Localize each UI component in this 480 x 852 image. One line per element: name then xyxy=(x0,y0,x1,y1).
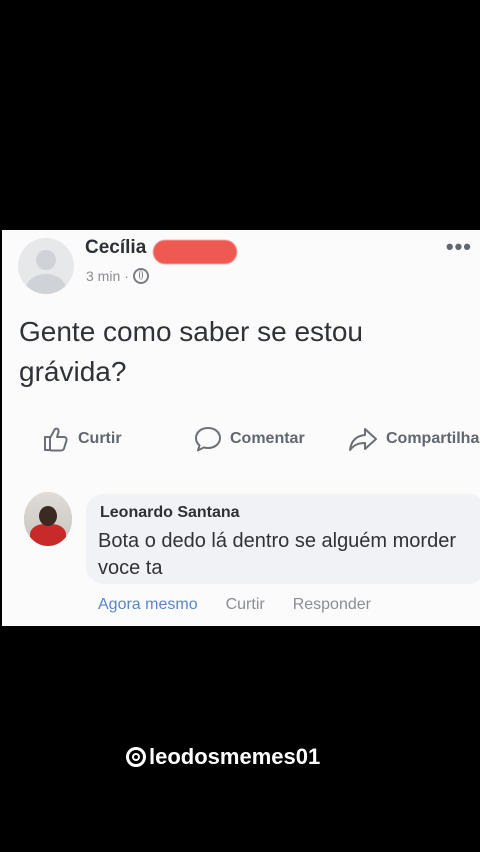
comment-author-name[interactable]: Leonardo Santana xyxy=(100,504,240,522)
more-options-icon[interactable]: ••• xyxy=(446,234,472,260)
name-redaction xyxy=(153,240,237,264)
globe-icon xyxy=(132,268,149,284)
comment-actions: Agora mesmo Curtir Responder xyxy=(98,596,371,614)
facebook-post-card: Cecília 3 min · ••• Gente como saber se … xyxy=(2,230,480,626)
share-arrow-icon xyxy=(349,428,377,451)
commenter-avatar[interactable] xyxy=(24,492,72,546)
comment-time[interactable]: Agora mesmo xyxy=(98,596,198,614)
watermark-handle: leodosmemes01 xyxy=(149,744,321,769)
author-avatar[interactable] xyxy=(18,238,74,294)
post-text: Gente como saber se estou grávida? xyxy=(19,316,363,387)
comment-text: Bota o dedo lá dentro se alguém morder v… xyxy=(98,530,456,579)
comment-label: Comentar xyxy=(230,430,305,447)
watermark: leodosmemes01 xyxy=(126,744,320,770)
comment-reply-button[interactable]: Responder xyxy=(293,596,371,614)
thumbs-up-icon xyxy=(44,427,68,452)
post-author-name[interactable]: Cecília xyxy=(85,237,146,259)
post-actions: Curtir Comentar Compartilhar xyxy=(2,426,480,456)
comment-bubble: Leonardo Santana Bota o dedo lá dentro s… xyxy=(86,494,480,584)
post-time[interactable]: 3 min xyxy=(86,268,120,284)
share-button[interactable]: Compartilhar xyxy=(348,426,480,452)
threads-icon xyxy=(126,747,146,767)
comment-button[interactable]: Comentar xyxy=(194,426,305,452)
share-label: Compartilhar xyxy=(386,430,480,447)
post-meta: 3 min · xyxy=(86,268,149,284)
comment-icon xyxy=(195,427,221,452)
comment-like-button[interactable]: Curtir xyxy=(226,596,265,614)
meta-separator: · xyxy=(124,268,129,284)
like-label: Curtir xyxy=(78,430,122,447)
like-button[interactable]: Curtir xyxy=(42,426,122,452)
